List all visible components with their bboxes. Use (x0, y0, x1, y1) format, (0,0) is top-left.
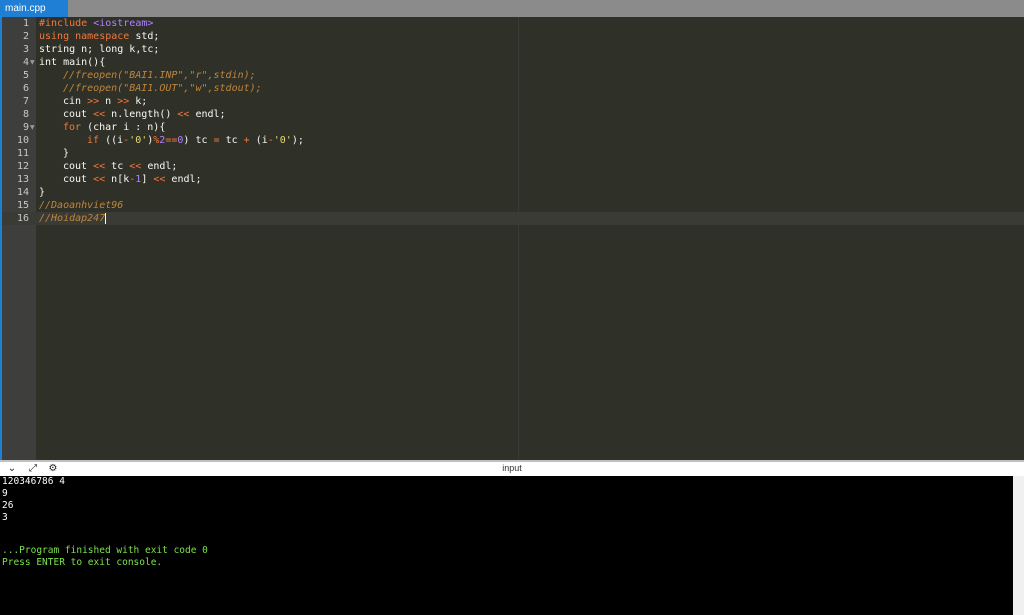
code-token: cout (63, 174, 94, 185)
code-line: for (char i : n){ (63, 121, 165, 134)
code-line: cout << tc << endl; (63, 160, 177, 173)
line-number: 7 (22, 96, 29, 107)
line-number: 13 (16, 174, 29, 185)
code-token: cout (63, 109, 94, 120)
code-token: n.length() (105, 109, 178, 120)
code-line: //Daoanhviet96 (39, 200, 124, 211)
code-line: using namespace std; (39, 30, 159, 43)
console-line: 26 (2, 500, 14, 511)
line-number: 11 (16, 148, 29, 159)
tab-main-cpp[interactable]: main.cpp (0, 0, 68, 17)
code-token: << (129, 161, 142, 172)
code-token: '0' (129, 135, 148, 146)
code-token: cin (63, 96, 88, 107)
code-token: (char i : n){ (81, 122, 166, 133)
fold-arrow-icon[interactable]: ▼ (30, 56, 36, 69)
line-number: 14 (16, 187, 29, 198)
console-exit-prompt: Press ENTER to exit console. (2, 557, 163, 568)
line-number: 9 (22, 122, 29, 133)
line-number: 10 (16, 135, 29, 146)
code-token: endl; (189, 109, 226, 120)
code-line: cout << n.length() << endl; (63, 108, 226, 121)
code-token: >> (117, 96, 130, 107)
line-number: 16 (16, 213, 29, 224)
code-token: cout (63, 161, 94, 172)
code-token: ] (141, 174, 154, 185)
code-line: cout << n[k-1] << endl; (63, 173, 202, 186)
code-token: >> (87, 96, 100, 107)
code-token: << (93, 161, 106, 172)
console-line: 120346786 4 (2, 476, 65, 487)
line-number: 8 (22, 109, 29, 120)
code-token: endl; (165, 174, 202, 185)
code-token: ((i (99, 135, 124, 146)
code-token: << (153, 174, 166, 185)
code-token: <iostream> (93, 18, 154, 29)
line-number: 6 (22, 83, 29, 94)
code-token: ) tc (183, 135, 214, 146)
code-line: //Hoidap247 (39, 212, 107, 225)
code-token: (i (249, 135, 268, 146)
line-number: 2 (22, 31, 29, 42)
code-token: << (93, 174, 106, 185)
code-line: if ((i-'0')%2==0) tc = tc + (i-'0'); (87, 134, 304, 147)
console-header: ⌄ ⤢ ⚙ input (0, 462, 1024, 476)
code-token: == (165, 135, 178, 146)
code-token: endl; (141, 161, 178, 172)
code-token: ); (291, 135, 304, 146)
text-cursor (105, 212, 107, 224)
code-token: for (63, 122, 82, 133)
line-number: 5 (22, 70, 29, 81)
code-line: } (63, 148, 70, 159)
fold-arrow-icon[interactable]: ▼ (30, 121, 36, 134)
console-line: 9 (2, 488, 8, 499)
code-token: n (99, 96, 118, 107)
line-number: 15 (16, 200, 29, 211)
code-line: #include <iostream> (39, 17, 153, 30)
line-number: 12 (16, 161, 29, 172)
code-token: << (177, 109, 190, 120)
console-output[interactable]: 120346786 4 9 26 3 ...Program finished w… (0, 476, 1013, 615)
code-token: if (87, 135, 100, 146)
code-line: string n; long k,tc; (39, 44, 160, 55)
code-token: using namespace (39, 31, 136, 42)
code-line: cin >> n >> k; (63, 95, 147, 108)
active-line-highlight (2, 212, 1024, 225)
code-token: << (93, 109, 106, 120)
code-token: n[k (105, 174, 130, 185)
code-token: tc (105, 161, 130, 172)
print-margin (518, 17, 519, 460)
code-token: '0' (273, 135, 292, 146)
code-token: k; (129, 96, 148, 107)
code-line: //freopen("BAI1.INP","r",stdin); (63, 70, 256, 81)
console-scrollbar[interactable] (1013, 476, 1024, 615)
code-token: std; (135, 31, 160, 42)
code-line: } (39, 187, 46, 198)
code-editor[interactable]: 1 2 3 4 5 6 7 8 9 10 11 12 13 14 15 16 ▼… (0, 17, 1024, 460)
console-line: 3 (2, 512, 8, 523)
code-token: //Hoidap247 (39, 213, 106, 224)
line-number: 1 (22, 18, 29, 29)
line-number: 4 (22, 57, 29, 68)
code-token: #include (39, 18, 94, 29)
console-exit-status: ...Program finished with exit code 0 (2, 545, 208, 556)
code-token: tc (219, 135, 244, 146)
code-line: int main(){ (39, 57, 106, 68)
line-number: 3 (22, 44, 29, 55)
console-title: input (502, 463, 522, 473)
tab-bar: main.cpp (0, 0, 1024, 17)
code-line: //freopen("BAI1.OUT","w",stdout); (63, 83, 262, 94)
